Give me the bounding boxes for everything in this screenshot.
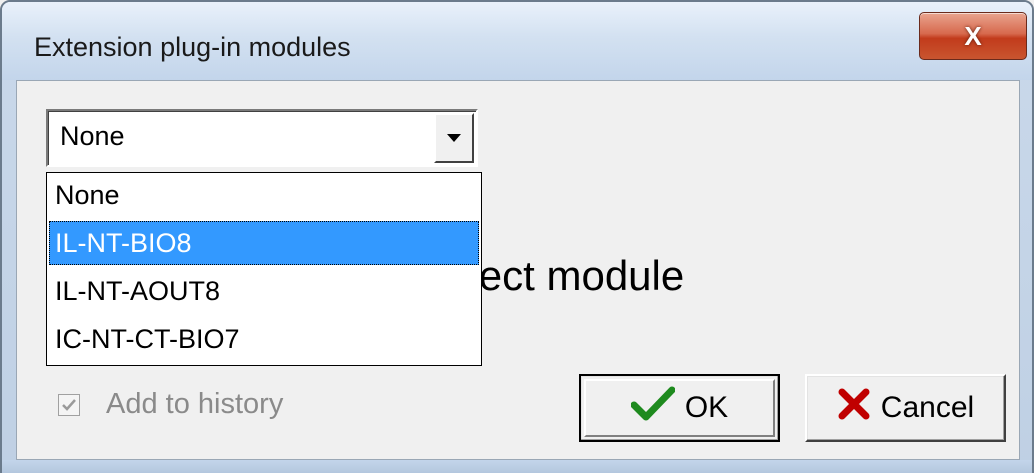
cancel-button[interactable]: Cancel: [805, 374, 1006, 442]
window-title: Extension plug-in modules: [34, 32, 351, 62]
ok-button[interactable]: OK: [579, 374, 780, 442]
cancel-button-label: Cancel: [880, 391, 975, 424]
add-to-history-checkbox[interactable]: [58, 394, 80, 416]
list-item[interactable]: IL-NT-AOUT8: [49, 269, 479, 313]
chevron-down-icon: [447, 134, 461, 142]
list-item-selected[interactable]: IL-NT-BIO8: [49, 221, 479, 265]
ok-button-label: OK: [684, 391, 729, 424]
module-select[interactable]: None: [46, 109, 478, 167]
dropdown-button[interactable]: [434, 113, 474, 163]
list-item[interactable]: None: [49, 173, 479, 217]
cross-icon: [837, 387, 871, 429]
window-bottom-border: [2, 460, 1032, 473]
close-button[interactable]: X: [919, 12, 1027, 60]
close-icon: X: [964, 20, 982, 51]
checkmark-icon: [630, 386, 676, 430]
module-dropdown-list: None IL-NT-BIO8 IL-NT-AOUT8 IC-NT-CT-BIO…: [46, 172, 482, 366]
checkmark-icon: [62, 399, 76, 411]
title-bar[interactable]: Extension plug-in modules X: [2, 2, 1032, 80]
add-to-history-label: Add to history: [106, 388, 284, 420]
list-item[interactable]: IC-NT-CT-BIO7: [49, 317, 479, 361]
module-select-value: None: [60, 121, 125, 151]
